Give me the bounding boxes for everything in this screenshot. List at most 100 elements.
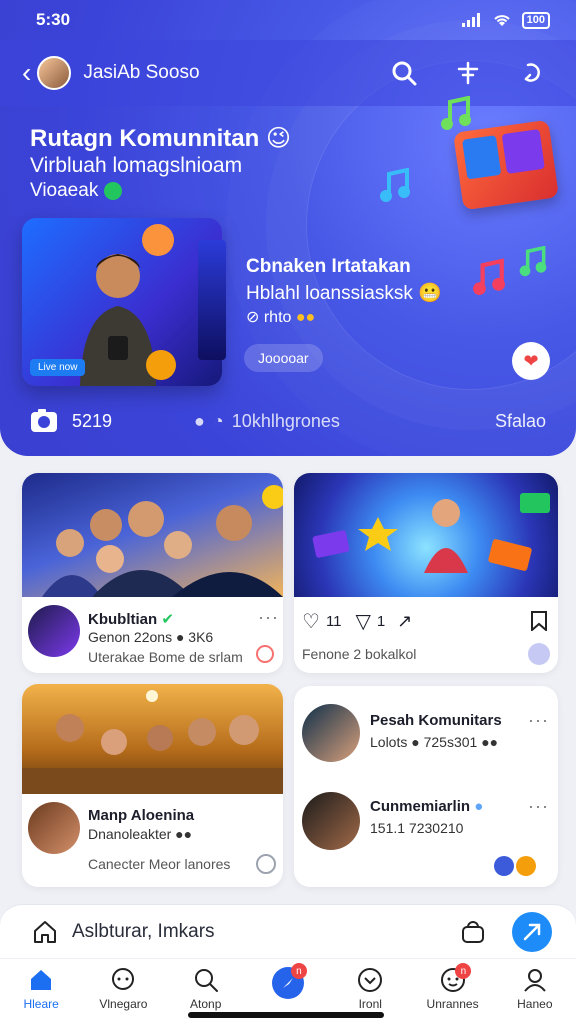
chat-icon <box>112 968 135 990</box>
community-name-text: Cunmemiarlin <box>370 798 471 815</box>
tab-label: Hleare <box>23 997 59 1011</box>
tab-label: Vlnegaro <box>99 997 148 1011</box>
avatar[interactable] <box>28 802 80 854</box>
tab-chat[interactable]: Vlnegaro <box>82 959 164 1024</box>
hero-subtitle: Virbluah lomagslnioam <box>30 154 243 177</box>
post-author-text: Kbubltian <box>88 611 158 628</box>
music-note-icon <box>473 258 505 295</box>
post-footer: Uterakae Bome de srlam <box>88 649 243 665</box>
notification-badge: n <box>455 963 472 979</box>
post-footer: Canecter Meor lanores <box>88 856 231 872</box>
wifi-icon <box>493 15 510 26</box>
back-icon[interactable]: ‹ <box>22 59 31 87</box>
community-meta: Lolots ● 725s301 ●● <box>370 734 499 750</box>
avatar[interactable] <box>302 792 360 850</box>
post-image[interactable] <box>294 473 558 597</box>
community-list-card: Pesah Komunitars Lolots ● 725s301 ●● ···… <box>294 686 558 887</box>
camera-icon[interactable] <box>30 408 58 434</box>
community-name[interactable]: Pesah Komunitars <box>370 712 502 729</box>
share-icon[interactable]: ↗ <box>397 611 412 632</box>
music-note-icon <box>441 96 471 130</box>
heart-icon[interactable]: ♡ <box>302 609 320 634</box>
community-name[interactable]: Cunmemiarlin ● <box>370 798 483 815</box>
hero-subtitle-2-text: Vioaeak <box>30 180 99 201</box>
more-icon[interactable]: ··· <box>528 796 549 817</box>
top-bar: ‹ JasiAb Sooso <box>0 40 576 106</box>
post-author: Kbubltian ✔ <box>88 610 174 628</box>
send-button[interactable] <box>512 911 552 952</box>
more-icon[interactable]: ··· <box>528 710 549 731</box>
page-title: JasiAb Sooso <box>83 62 200 83</box>
post-author: Manp Aloenina <box>88 807 195 824</box>
tab-home[interactable]: Hleare <box>0 959 82 1024</box>
tab-label: Haneo <box>517 997 553 1011</box>
signal-icon <box>461 13 480 27</box>
comment-icon[interactable]: ▽ <box>356 609 371 634</box>
post-image[interactable] <box>22 473 283 597</box>
tab-label: Unrannes <box>426 997 479 1011</box>
community-meta: 151.1 7230210 <box>370 820 464 836</box>
tab-messages[interactable]: n Unrannes <box>411 959 493 1024</box>
avatar[interactable] <box>28 605 80 657</box>
bag-icon[interactable] <box>460 919 486 945</box>
chat-bubble-icon[interactable]: ❤ <box>512 342 550 380</box>
status-icons: 100 <box>461 11 550 29</box>
lock-icon: ● <box>474 798 484 815</box>
emoji-icon[interactable] <box>516 856 536 876</box>
status-bar: 5:30 100 <box>0 0 576 40</box>
post-actions: ♡ 11 ▽ 1 ↗ <box>302 609 412 634</box>
stat-middle-text: 10khlhgrones <box>231 410 340 431</box>
post-card[interactable]: Kbubltian ✔ Genon 22ons ● 3K6 Uterakae B… <box>22 473 283 673</box>
compose-label[interactable]: Aslbturar, Imkars <box>72 921 460 943</box>
post-footer: Fenone 2 bokalkol <box>302 646 417 662</box>
post-card[interactable]: ♡ 11 ▽ 1 ↗ Fenone 2 bokalkol <box>294 473 558 673</box>
clock-icon: ◔ <box>212 410 224 431</box>
status-time: 5:30 <box>36 10 71 29</box>
emoji-icon: ●● <box>295 309 316 326</box>
emoji-icon: 😉 <box>265 125 292 152</box>
post-card[interactable]: Manp Aloenina Dnanoleakter ●● Canecter M… <box>22 684 283 887</box>
home-outline-icon[interactable] <box>32 919 58 945</box>
profile-icon <box>524 969 546 992</box>
search-icon <box>194 969 218 992</box>
tab-label: Ironl <box>358 997 382 1011</box>
feature-meta: ⊘ rhto ●● <box>246 307 315 327</box>
share-button[interactable] <box>510 51 554 95</box>
feature-subtitle: Hblahl loanssiasksk 😬 <box>246 281 442 305</box>
hero-stats: 5219 ● ◔ 10khlhgrones Sfalao <box>30 408 546 434</box>
media-card-icon <box>453 119 559 211</box>
notification-badge: n <box>290 963 307 979</box>
join-button[interactable]: Jooooar <box>244 344 323 372</box>
stat-middle: ● ◔ 10khlhgrones <box>194 411 340 432</box>
post-meta: Genon 22ons ● 3K6 <box>88 629 214 645</box>
search-icon <box>392 61 417 86</box>
reaction-icon[interactable] <box>256 645 274 663</box>
post-meta: Dnanoleakter ●● <box>88 826 193 842</box>
heart-icon: ❤ <box>523 350 539 371</box>
stat-count: 5219 <box>72 410 113 431</box>
reaction-icon[interactable] <box>528 643 550 665</box>
clock-icon[interactable] <box>256 854 276 874</box>
reaction-icon[interactable] <box>494 856 514 876</box>
notification-bubble-icon <box>142 224 174 256</box>
stat-end[interactable]: Sfalao <box>495 411 546 432</box>
compose-bar[interactable]: Aslbturar, Imkars <box>0 904 576 958</box>
bookmark-icon[interactable] <box>530 611 548 631</box>
search-button[interactable] <box>382 51 426 95</box>
family-illustration <box>42 485 283 597</box>
hero-subtitle-2: Vioaeak <box>30 180 123 202</box>
live-tag: Live now <box>30 359 86 376</box>
battery-icon: 100 <box>521 11 550 29</box>
online-dot-icon <box>104 182 123 200</box>
avatar[interactable] <box>302 704 360 762</box>
tab-label: Atonp <box>190 997 222 1011</box>
feature-image[interactable]: Live now <box>22 218 222 386</box>
filter-button[interactable] <box>446 51 490 95</box>
comment-count: 1 <box>376 613 386 630</box>
tab-profile[interactable]: Haneo <box>494 959 576 1024</box>
avatar[interactable] <box>37 56 72 90</box>
more-icon[interactable]: ··· <box>258 607 279 628</box>
emoji-icon: 😬 <box>418 283 442 304</box>
post-image[interactable] <box>22 684 283 794</box>
send-icon <box>523 923 541 940</box>
